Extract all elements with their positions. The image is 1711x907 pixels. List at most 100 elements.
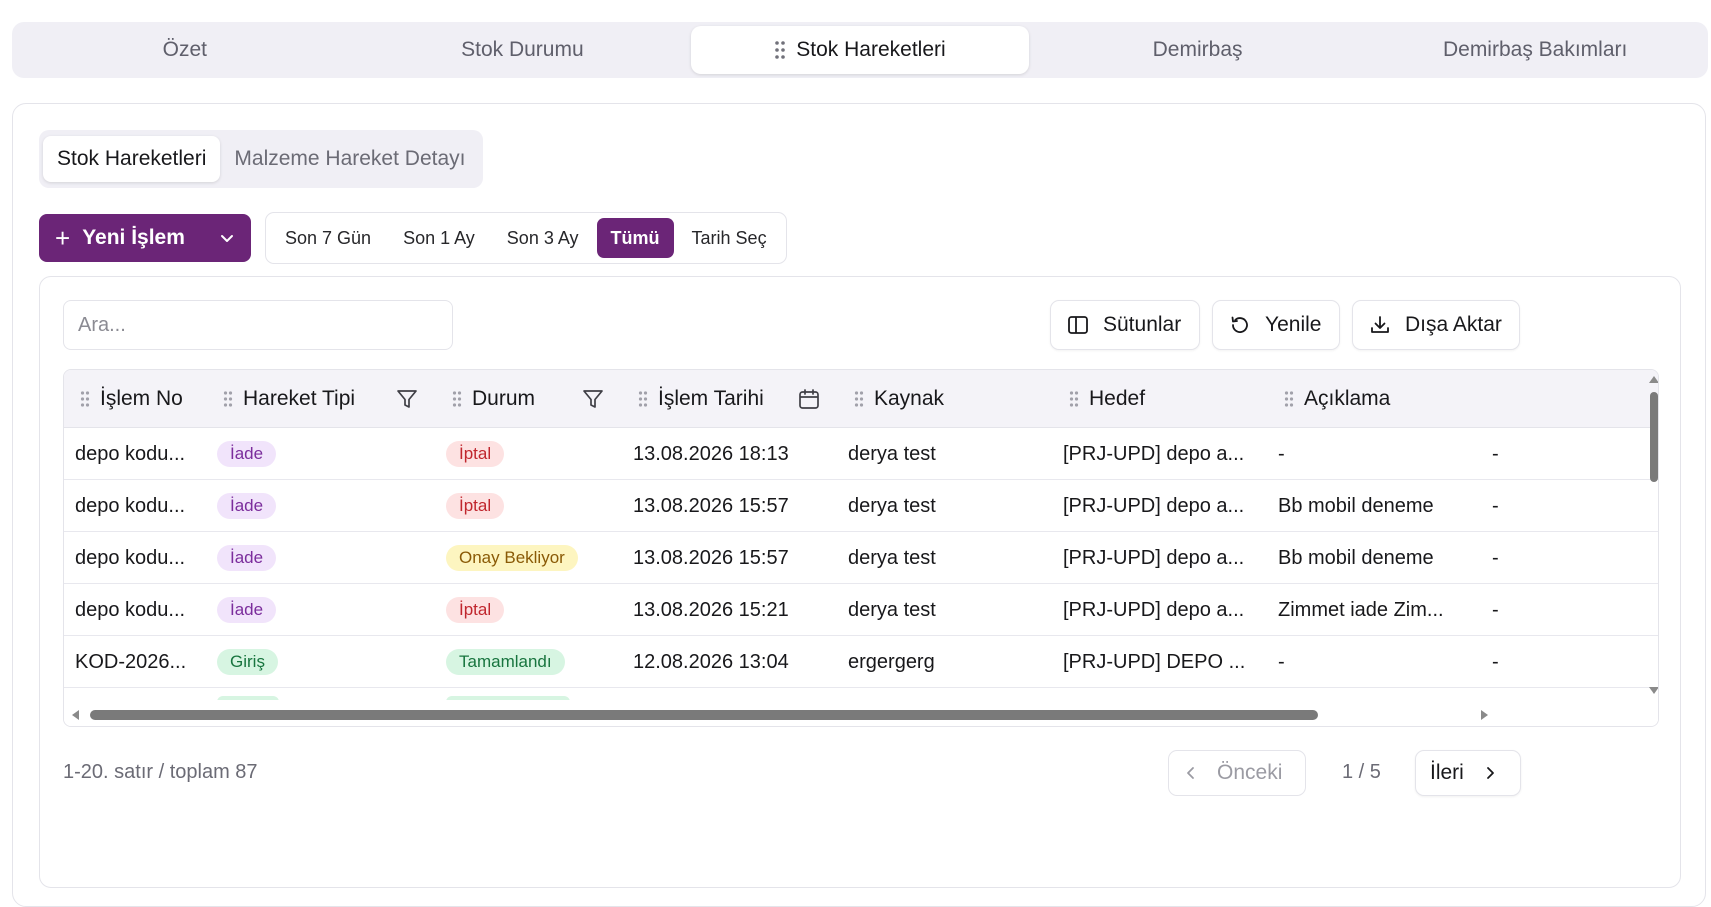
cell-kaynak: derya test bbox=[848, 494, 936, 517]
column-label: İşlem No bbox=[100, 387, 183, 410]
vertical-scroll-thumb[interactable] bbox=[1650, 392, 1658, 482]
column-header-islem-no[interactable]: İşlem No bbox=[80, 370, 183, 428]
subtab-label: Stok Hareketleri bbox=[57, 147, 207, 170]
filter-last-1-month[interactable]: Son 1 Ay bbox=[389, 218, 489, 258]
previous-page-button[interactable]: Önceki bbox=[1168, 750, 1306, 796]
cell-extra: - bbox=[1492, 442, 1499, 465]
filter-pick-date[interactable]: Tarih Seç bbox=[678, 218, 781, 258]
cell-extra: - bbox=[1492, 650, 1499, 673]
cell-hedef: [PRJ-UPD] DEPO ... bbox=[1063, 650, 1246, 673]
cell-hareket-tipi: Giriş bbox=[217, 636, 278, 688]
tab-demirbas[interactable]: Demirbaş bbox=[1029, 26, 1367, 74]
cell-islem-no: depo kodu... bbox=[75, 598, 186, 621]
cell-durum: İptal bbox=[446, 584, 505, 636]
column-header-hedef[interactable]: Hedef bbox=[1069, 370, 1145, 428]
cell-extra: - bbox=[1492, 494, 1499, 517]
drag-handle-icon[interactable] bbox=[774, 40, 786, 60]
subtab-malzeme-hareket-detayi[interactable]: Malzeme Hareket Detayı bbox=[220, 136, 479, 182]
column-header-kaynak[interactable]: Kaynak bbox=[854, 370, 944, 428]
next-page-button[interactable]: İleri bbox=[1415, 750, 1521, 796]
tab-label: Demirbaş bbox=[1152, 38, 1243, 61]
tab-demirbas-bakimlari[interactable]: Demirbaş Bakımları bbox=[1366, 26, 1704, 74]
scroll-left-arrow-icon[interactable] bbox=[70, 709, 80, 721]
drag-handle-icon[interactable] bbox=[854, 390, 864, 408]
calendar-icon[interactable] bbox=[797, 387, 821, 411]
new-transaction-button[interactable]: + Yeni İşlem bbox=[39, 214, 251, 262]
scroll-up-arrow-icon[interactable] bbox=[1648, 374, 1659, 384]
table-row[interactable]: depo kodu... İade İptal 13.08.2026 15:21… bbox=[64, 584, 1658, 636]
cell-kaynak: derya test bbox=[848, 546, 936, 569]
tab-label: Stok Durumu bbox=[461, 38, 584, 61]
tab-ozet[interactable]: Özet bbox=[16, 26, 354, 74]
table-row[interactable]: depo kodu... İade İptal 13.08.2026 15:57… bbox=[64, 480, 1658, 532]
drag-handle-icon[interactable] bbox=[1069, 390, 1079, 408]
column-label: Hedef bbox=[1089, 387, 1146, 410]
filter-last-7-days[interactable]: Son 7 Gün bbox=[271, 218, 385, 258]
columns-label: Sütunlar bbox=[1103, 313, 1182, 336]
cell-kaynak: derya test bbox=[848, 442, 936, 465]
column-header-hareket-tipi[interactable]: Hareket Tipi bbox=[223, 370, 355, 428]
drag-handle-icon[interactable] bbox=[638, 390, 648, 408]
cell-hareket-tipi: İade bbox=[217, 584, 277, 636]
filter-label: Son 7 Gün bbox=[285, 227, 372, 248]
type-badge: İade bbox=[217, 493, 277, 519]
sub-tab-bar: Stok Hareketleri Malzeme Hareket Detayı bbox=[39, 130, 484, 188]
refresh-button[interactable]: Yenile bbox=[1212, 300, 1340, 350]
filter-label: Son 1 Ay bbox=[403, 227, 475, 248]
transactions-table: İşlem No Hareket Tipi Durum İşlem Tarihi bbox=[63, 369, 1659, 727]
cell-extra: - bbox=[1492, 598, 1499, 621]
cell-hedef: [PRJ-UPD] depo a... bbox=[1063, 598, 1245, 621]
drag-handle-icon[interactable] bbox=[80, 390, 90, 408]
cell-extra: - bbox=[1492, 546, 1499, 569]
chevron-left-icon bbox=[1187, 767, 1194, 779]
column-header-aciklama[interactable]: Açıklama bbox=[1284, 370, 1390, 428]
cell-islem-tarihi: 13.08.2026 15:57 bbox=[633, 494, 789, 517]
column-label: İşlem Tarihi bbox=[658, 387, 764, 410]
cell-aciklama: Zimmet iade Zim... bbox=[1278, 598, 1444, 621]
date-filter-group: Son 7 Gün Son 1 Ay Son 3 Ay Tümü Tarih S… bbox=[265, 212, 787, 264]
table-row[interactable]: depo kodu... İade İptal 13.08.2026 18:13… bbox=[64, 428, 1658, 480]
columns-button[interactable]: Sütunlar bbox=[1050, 300, 1200, 350]
column-header-islem-tarihi[interactable]: İşlem Tarihi bbox=[638, 370, 764, 428]
drag-handle-icon[interactable] bbox=[452, 390, 462, 408]
tab-stok-hareketleri[interactable]: Stok Hareketleri bbox=[691, 26, 1029, 74]
export-label: Dışa Aktar bbox=[1405, 313, 1502, 336]
tab-label: Stok Hareketleri bbox=[796, 38, 946, 61]
search-input[interactable] bbox=[63, 300, 453, 350]
cell-durum: İptal bbox=[446, 428, 505, 480]
scroll-right-arrow-icon[interactable] bbox=[1480, 709, 1490, 721]
filter-label: Tarih Seç bbox=[691, 227, 767, 248]
cell-kaynak: derya test bbox=[848, 598, 936, 621]
tab-stok-durumu[interactable]: Stok Durumu bbox=[354, 26, 692, 74]
cell-durum: Onay Bekliyor bbox=[446, 532, 578, 584]
cell-hareket-tipi: İade bbox=[217, 428, 277, 480]
scroll-down-arrow-icon[interactable] bbox=[1648, 686, 1659, 696]
export-button[interactable]: Dışa Aktar bbox=[1352, 300, 1520, 350]
filter-icon[interactable] bbox=[395, 387, 419, 411]
filter-all[interactable]: Tümü bbox=[596, 218, 674, 258]
column-header-durum[interactable]: Durum bbox=[452, 370, 535, 428]
table-row[interactable]: KOD-2026... Giriş Tamamlandı 12.08.2026 … bbox=[64, 636, 1658, 688]
subtab-label: Malzeme Hareket Detayı bbox=[234, 147, 466, 170]
cell-hareket-tipi: İade bbox=[217, 480, 277, 532]
cell-hedef: [PRJ-UPD] depo a... bbox=[1063, 546, 1245, 569]
table-row[interactable]: depo kodu... İade Onay Bekliyor 13.08.20… bbox=[64, 532, 1658, 584]
new-transaction-label: Yeni İşlem bbox=[82, 226, 185, 249]
filter-last-3-months[interactable]: Son 3 Ay bbox=[493, 218, 593, 258]
subtab-stok-hareketleri[interactable]: Stok Hareketleri bbox=[43, 136, 221, 182]
type-badge: İade bbox=[217, 545, 277, 571]
column-label: Kaynak bbox=[874, 387, 945, 410]
filter-label: Tümü bbox=[610, 227, 660, 248]
columns-icon bbox=[1068, 316, 1088, 334]
status-badge: Onay Bekliyor bbox=[446, 545, 578, 571]
chevron-down-icon bbox=[221, 235, 233, 242]
status-badge: İptal bbox=[446, 493, 505, 519]
drag-handle-icon[interactable] bbox=[223, 390, 233, 408]
filter-icon[interactable] bbox=[581, 387, 605, 411]
drag-handle-icon[interactable] bbox=[1284, 390, 1294, 408]
refresh-label: Yenile bbox=[1265, 313, 1322, 336]
tab-label: Özet bbox=[162, 38, 207, 61]
cell-aciklama: - bbox=[1278, 650, 1285, 673]
horizontal-scroll-thumb[interactable] bbox=[90, 710, 1318, 720]
previous-label: Önceki bbox=[1217, 761, 1283, 784]
